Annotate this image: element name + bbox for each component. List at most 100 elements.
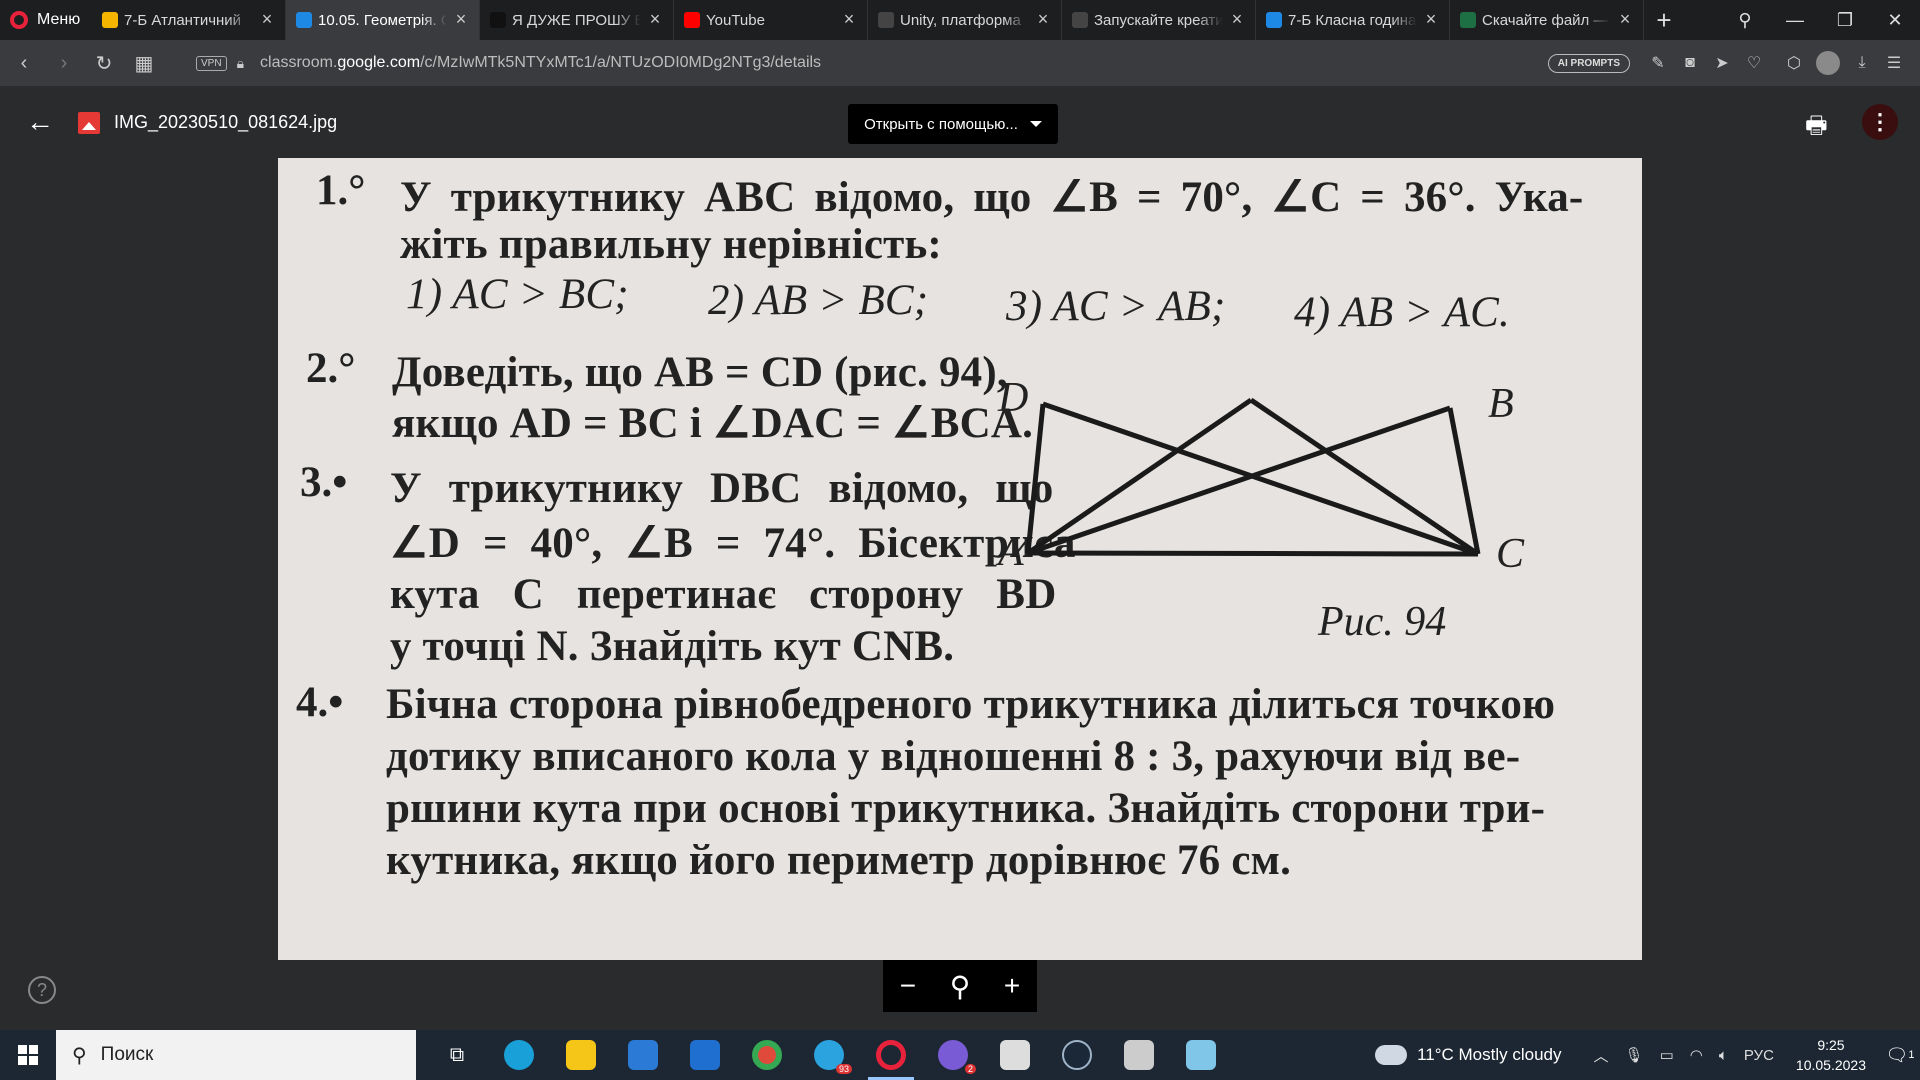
tab-2[interactable]: Я ДУЖЕ ПРОШУ В × bbox=[480, 0, 674, 40]
notification-count: 1 bbox=[1908, 1049, 1915, 1061]
zoom-icon[interactable]: ⚲ bbox=[950, 970, 971, 1003]
volume-icon[interactable]: 🔈︎ bbox=[1719, 1047, 1728, 1064]
clock-time: 9:25 bbox=[1817, 1037, 1845, 1053]
file-name: IMG_20230510_081624.jpg bbox=[114, 112, 338, 132]
tab-6[interactable]: 7-Б Класна година × bbox=[1256, 0, 1450, 40]
segment-dc bbox=[1249, 397, 1480, 557]
more-options-icon[interactable]: ⋮ bbox=[1862, 104, 1898, 140]
vertex-label-a: A bbox=[998, 529, 1024, 575]
close-tab-icon[interactable]: × bbox=[259, 10, 275, 28]
close-tab-icon[interactable]: × bbox=[1617, 10, 1633, 28]
znanija-icon bbox=[490, 12, 506, 28]
vpn-badge[interactable]: VPN bbox=[196, 55, 227, 71]
opera-logo-icon bbox=[10, 11, 28, 29]
tab-4[interactable]: Unity, платформа × bbox=[868, 0, 1062, 40]
lock-icon[interactable]: 🔒︎ bbox=[237, 55, 244, 72]
vertex-label-d: D bbox=[998, 375, 1029, 421]
wifi-icon[interactable]: ◠ bbox=[1690, 1046, 1703, 1064]
url-field[interactable]: classroom.google.com/c/MzIwMTk5NTYxMTc1/… bbox=[260, 54, 821, 72]
taskbar-apps: ⧉ 93 2 bbox=[426, 1030, 1232, 1080]
system-tray: 11°C Mostly cloudy ︿ 🎙︎ ▭ ◠ 🔈︎ РУС 9:25 … bbox=[1375, 1030, 1920, 1080]
unity-hub-icon[interactable] bbox=[984, 1030, 1046, 1080]
image-viewer: ← IMG_20230510_081624.jpg Открыть с помо… bbox=[0, 86, 1920, 1030]
weather-text[interactable]: 11°C Mostly cloudy bbox=[1417, 1045, 1561, 1065]
chevron-up-icon[interactable]: ︿ bbox=[1594, 1045, 1609, 1066]
mail-icon[interactable] bbox=[674, 1030, 736, 1080]
heart-icon[interactable]: ♡ bbox=[1738, 47, 1770, 79]
tab-1[interactable]: 10.05. Геометрія. С × bbox=[286, 0, 480, 40]
discord-icon[interactable]: 2 bbox=[922, 1030, 984, 1080]
tab-label: Я ДУЖЕ ПРОШУ В bbox=[512, 11, 641, 29]
window-controls: ⚲ — ❐ ✕ bbox=[1720, 0, 1920, 40]
opera-taskbar-icon[interactable] bbox=[860, 1030, 922, 1080]
easy-setup-icon[interactable]: ☰ bbox=[1878, 47, 1910, 79]
segment-ad bbox=[1025, 403, 1046, 554]
segment-bc bbox=[1447, 407, 1481, 555]
steam-icon[interactable] bbox=[1046, 1030, 1108, 1080]
zoom-out-button[interactable]: − bbox=[900, 970, 916, 1002]
minimize-button[interactable]: — bbox=[1770, 0, 1820, 40]
edge-icon[interactable] bbox=[488, 1030, 550, 1080]
tab-label: Запускайте креати bbox=[1094, 11, 1223, 29]
close-tab-icon[interactable]: × bbox=[841, 10, 857, 28]
browser-menu-button[interactable]: Меню bbox=[0, 0, 92, 40]
edit-icon[interactable]: ✎ bbox=[1642, 47, 1674, 79]
back-arrow-icon[interactable]: ← bbox=[26, 106, 54, 138]
notification-center-icon[interactable]: 🗨︎ 1 bbox=[1880, 1030, 1920, 1080]
language-indicator[interactable]: РУС bbox=[1744, 1047, 1774, 1064]
download-icon[interactable]: ⤓ bbox=[1846, 47, 1878, 79]
tab-list: 7-Б Атлантичний × 10.05. Геометрія. С × Я ДУ… bbox=[92, 0, 1644, 40]
ai-prompts-button[interactable]: AI PROMPTS bbox=[1547, 53, 1630, 73]
back-icon[interactable]: ‹ bbox=[8, 47, 40, 79]
screen: { "browser": { "menu_label": "Меню", "ta… bbox=[0, 0, 1920, 1080]
new-tab-button[interactable]: + bbox=[1644, 0, 1684, 40]
tab-7[interactable]: Скачайте файл — × bbox=[1450, 0, 1644, 40]
start-button[interactable] bbox=[0, 1030, 56, 1080]
close-tab-icon[interactable]: × bbox=[1229, 10, 1245, 28]
tab-5[interactable]: Запускайте креати × bbox=[1062, 0, 1256, 40]
close-tab-icon[interactable]: × bbox=[453, 10, 469, 28]
unity-icon[interactable] bbox=[1108, 1030, 1170, 1080]
tabs-grid-icon[interactable]: ▦ bbox=[128, 47, 160, 79]
profile-avatar[interactable] bbox=[1816, 51, 1840, 75]
telegram-icon[interactable]: 93 bbox=[798, 1030, 860, 1080]
vertex-label-b: B bbox=[1488, 381, 1514, 427]
microphone-icon[interactable]: 🎙︎ bbox=[1625, 1046, 1644, 1064]
clock-date: 10.05.2023 bbox=[1795, 1057, 1866, 1073]
close-window-button[interactable]: ✕ bbox=[1870, 0, 1920, 40]
figure-94-quadrilateral bbox=[1025, 397, 1481, 557]
forward-icon[interactable]: › bbox=[48, 47, 80, 79]
search-tabs-icon[interactable]: ⚲ bbox=[1720, 0, 1770, 40]
task-view-icon[interactable]: ⧉ bbox=[426, 1030, 488, 1080]
print-icon[interactable]: 🖶︎ bbox=[1805, 108, 1835, 139]
chrome-icon[interactable] bbox=[736, 1030, 798, 1080]
close-tab-icon[interactable]: × bbox=[647, 10, 663, 28]
dropdown-caret-icon bbox=[1029, 121, 1042, 127]
tab-0[interactable]: 7-Б Атлантичний × bbox=[92, 0, 286, 40]
send-icon[interactable]: ➤ bbox=[1706, 47, 1738, 79]
close-tab-icon[interactable]: × bbox=[1423, 10, 1439, 28]
help-icon[interactable]: ? bbox=[28, 976, 56, 1004]
store-icon[interactable] bbox=[612, 1030, 674, 1080]
telegram-badge: 93 bbox=[835, 1064, 852, 1074]
tab-3[interactable]: YouTube × bbox=[674, 0, 868, 40]
close-tab-icon[interactable]: × bbox=[1035, 10, 1051, 28]
taskbar-search[interactable]: ⚲ Поиск bbox=[56, 1030, 416, 1080]
restore-button[interactable]: ❐ bbox=[1820, 0, 1870, 40]
classroom-icon bbox=[296, 12, 312, 28]
tab-label: 7-Б Атлантичний bbox=[124, 11, 242, 29]
clock[interactable]: 9:25 10.05.2023 bbox=[1796, 1035, 1866, 1075]
open-with-button[interactable]: Открыть с помощью... bbox=[848, 104, 1058, 144]
weather-cloud-icon[interactable] bbox=[1375, 1037, 1408, 1065]
file-explorer-icon[interactable] bbox=[550, 1030, 612, 1080]
camera-icon[interactable]: ◙ bbox=[1674, 47, 1706, 79]
tab-label: 7-Б Класна година bbox=[1288, 11, 1417, 29]
windows-taskbar: ⚲ Поиск ⧉ 93 2 11°C Mostly cloudy ︿ 🎙︎ ▭… bbox=[0, 1030, 1920, 1080]
notes-app-icon[interactable] bbox=[1170, 1030, 1232, 1080]
extensions-cube-icon[interactable]: ⬡ bbox=[1778, 47, 1810, 79]
tab-label: 10.05. Геометрія. С bbox=[318, 11, 447, 29]
battery-icon[interactable]: ▭ bbox=[1660, 1046, 1674, 1064]
zoom-in-button[interactable]: + bbox=[1004, 970, 1020, 1002]
reload-icon[interactable]: ↻ bbox=[88, 47, 120, 79]
app-badge: 2 bbox=[964, 1064, 976, 1074]
